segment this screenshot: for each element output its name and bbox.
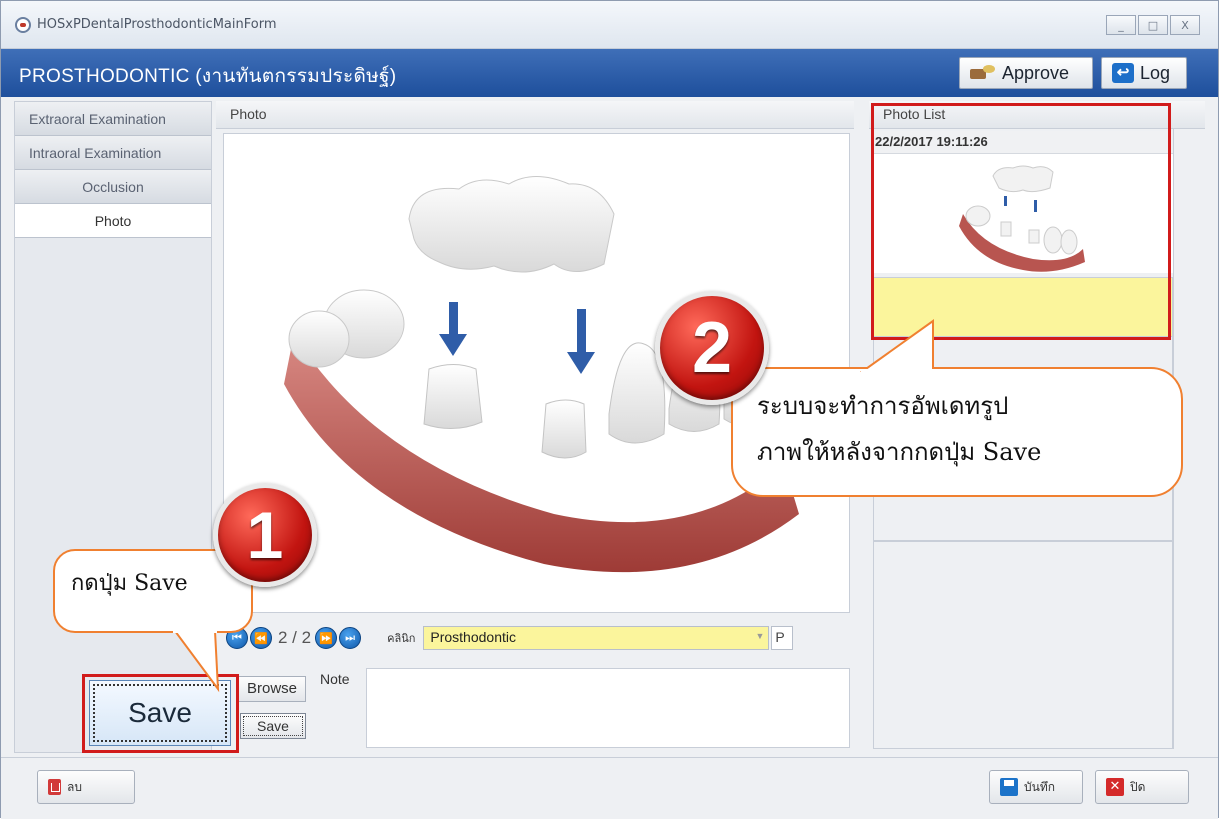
step-1-badge: 1	[213, 483, 317, 587]
maximize-button[interactable]: □	[1138, 15, 1168, 35]
chevron-down-icon: ▼	[755, 631, 765, 641]
nav-item-intraoral[interactable]: Intraoral Examination	[15, 136, 211, 170]
nav-item-occlusion[interactable]: Occlusion	[15, 170, 211, 204]
module-title: PROSTHODONTIC (งานทันตกรรมประดิษฐ์)	[19, 66, 397, 87]
save-record-button[interactable]: บันทึก	[989, 770, 1083, 804]
stamp-icon	[970, 65, 996, 81]
title-bar: HOSxPDentalProsthodonticMainForm _ □ X	[1, 1, 1218, 49]
window-controls: _ □ X	[1106, 15, 1200, 35]
clinic-extra-field[interactable]: P	[771, 626, 794, 650]
last-photo-button[interactable]: ⏭	[339, 627, 362, 649]
module-header: PROSTHODONTIC (งานทันตกรรมประดิษฐ์) Appr…	[1, 49, 1218, 97]
close-label: ปิด	[1130, 779, 1146, 794]
callout-2-line-2: ภาพให้หลังจากกดปุ่ม Save	[757, 438, 1042, 466]
callout-1-pointer	[173, 629, 220, 693]
close-button[interactable]: ✕ ปิด	[1095, 770, 1189, 804]
main-window: HOSxPDentalProsthodonticMainForm _ □ X P…	[0, 0, 1219, 819]
page-indicator: 2 / 2	[278, 628, 312, 647]
previous-photo-button[interactable]: ⏪	[250, 627, 272, 649]
close-window-button[interactable]: X	[1170, 15, 1200, 35]
note-label: Note	[320, 671, 350, 687]
callout-2-pointer	[859, 319, 935, 373]
clinic-select[interactable]: Prosthodontic ▼	[423, 626, 770, 650]
log-label: Log	[1140, 62, 1171, 83]
save-record-label: บันทึก	[1024, 779, 1055, 794]
delete-label: ลบ	[67, 779, 82, 794]
nav-item-extraoral[interactable]: Extraoral Examination	[15, 102, 211, 136]
minimize-button[interactable]: _	[1106, 15, 1136, 35]
callout-update-photo: ระบบจะทำการอัพเดทรูป ภาพให้หลังจากกดปุ่ม…	[731, 319, 1183, 497]
delete-button[interactable]: ลบ	[37, 770, 135, 804]
clinic-value: Prosthodontic	[430, 629, 516, 645]
note-textarea[interactable]	[366, 668, 850, 748]
photo-save-button[interactable]: Save	[240, 713, 306, 739]
step-2-badge: 2	[655, 291, 769, 405]
log-button[interactable]: ↩ Log	[1101, 57, 1187, 89]
photo-list-highlight	[871, 103, 1171, 340]
photo-navigation-bar: ⏮ ⏪ 2 / 2 ⏩ ⏭ คลินิก Prosthodontic ▼ P	[216, 618, 854, 658]
browse-button[interactable]: Browse	[238, 676, 306, 702]
photo-panel-header: Photo	[216, 101, 854, 129]
log-out-icon: ↩	[1112, 63, 1134, 83]
window-title: HOSxPDentalProsthodonticMainForm	[37, 17, 277, 32]
approve-label: Approve	[1002, 62, 1070, 83]
approve-button[interactable]: Approve	[959, 57, 1093, 89]
nav-item-photo[interactable]: Photo	[15, 204, 211, 238]
callout-2-line-1: ระบบจะทำการอัพเดทรูป	[757, 392, 1009, 420]
callout-1-text: กดปุ่ม Save	[71, 571, 188, 596]
footer-bar: ลบ บันทึก ✕ ปิด	[1, 757, 1218, 819]
clinic-label: คลินิก	[387, 632, 416, 645]
trash-icon	[48, 779, 61, 795]
close-icon: ✕	[1106, 778, 1124, 796]
floppy-disk-icon	[1000, 778, 1018, 796]
next-photo-button[interactable]: ⏩	[315, 627, 338, 649]
app-icon	[15, 17, 31, 33]
photo-list-lower-area	[873, 541, 1173, 749]
